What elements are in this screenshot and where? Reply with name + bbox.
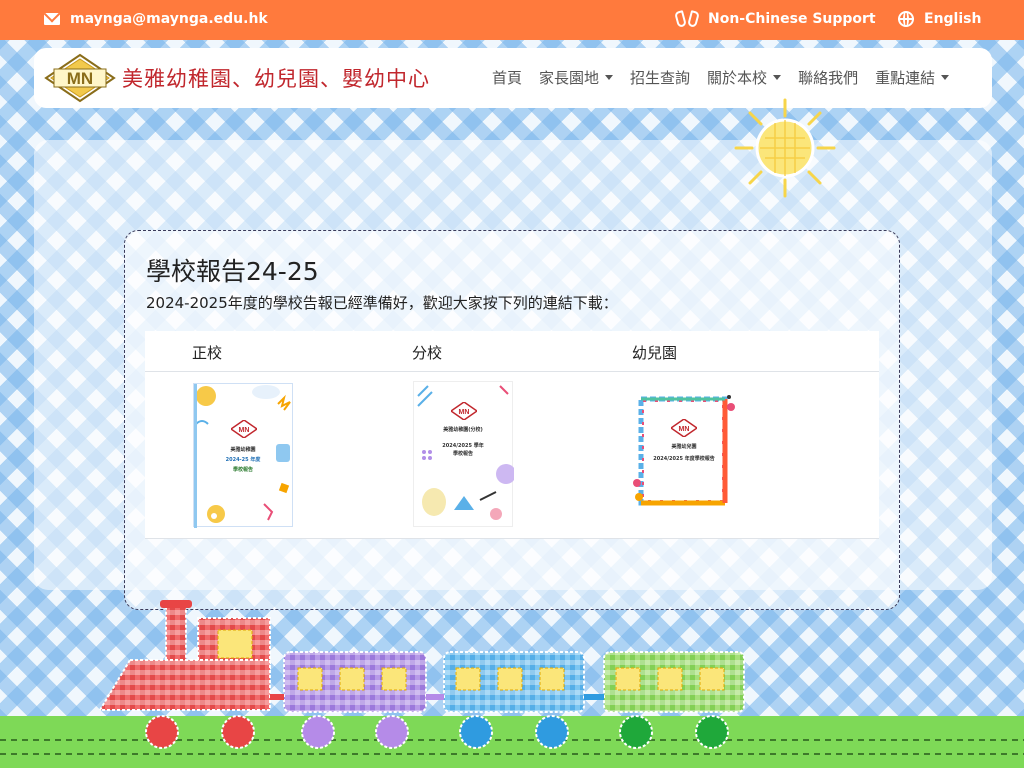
table-header: 正校 分校 幼兒園 bbox=[145, 331, 879, 372]
email-link[interactable]: maynga@maynga.edu.hk bbox=[44, 11, 268, 27]
cover-decoration bbox=[633, 395, 735, 506]
intro-text: 2024-2025年度的學校告報已經準備好，歡迎大家按下列的連結下載： bbox=[146, 294, 618, 312]
report-cover-main-link[interactable]: MN 美雅幼稚園 2024-25 年度 學校報告 bbox=[193, 383, 293, 528]
nav-item-contact[interactable]: 聯絡我們 bbox=[798, 67, 858, 88]
nav-item-admission[interactable]: 招生查詢 bbox=[630, 67, 690, 88]
sign-language-icon bbox=[674, 10, 700, 28]
language-text: English bbox=[924, 11, 982, 27]
logo-text: MN bbox=[67, 69, 93, 88]
cover-line-3: 學校報告 bbox=[232, 467, 253, 473]
svg-text:MN: MN bbox=[459, 409, 470, 416]
cover-line-1: 美雅幼稚園 bbox=[230, 447, 256, 453]
school-logo[interactable]: MN bbox=[44, 53, 116, 103]
caret-down-icon bbox=[605, 75, 614, 80]
cover-line-1: 美雅幼兒園 bbox=[671, 444, 697, 450]
globe-icon bbox=[898, 11, 914, 27]
nav-item-links[interactable]: 重點連結 bbox=[875, 67, 950, 88]
top-bar: maynga@maynga.edu.hk Non-Chinese Support… bbox=[0, 0, 1024, 40]
page-title: 學校報告24-25 bbox=[146, 257, 319, 286]
report-cover-branch-link[interactable]: MN 美雅幼稚園(分校) 2024/2025 學年 學校報告 bbox=[413, 381, 514, 527]
train-scene-decoration bbox=[0, 600, 1024, 768]
cover-line-3: 學校報告 bbox=[452, 451, 473, 457]
cover-logo-icon: MN bbox=[231, 420, 257, 438]
column-header-branch: 分校 bbox=[412, 344, 443, 362]
cover-line-2: 2024/2025 年度學校報告 bbox=[653, 456, 715, 462]
report-cover-nursery-link[interactable]: MN 美雅幼兒園 2024/2025 年度學校報告 bbox=[631, 393, 737, 513]
cover-line-1: 美雅幼稚園(分校) bbox=[443, 427, 483, 433]
email-text: maynga@maynga.edu.hk bbox=[70, 11, 268, 27]
main-navbar: MN 美雅幼稚園、幼兒園、嬰幼中心 首頁 家長園地 招生查詢 關於本校 聯絡我們… bbox=[34, 48, 992, 108]
nav-item-parents[interactable]: 家長園地 bbox=[539, 67, 614, 88]
sun-decoration-icon bbox=[734, 98, 836, 198]
envelope-icon bbox=[44, 13, 60, 25]
caret-down-icon bbox=[941, 75, 950, 80]
cover-logo-icon: MN bbox=[671, 419, 697, 437]
brand-name[interactable]: 美雅幼稚園、幼兒園、嬰幼中心 bbox=[122, 63, 430, 93]
column-header-nursery: 幼兒園 bbox=[632, 344, 678, 362]
nav-item-home[interactable]: 首頁 bbox=[492, 67, 522, 88]
svg-text:MN: MN bbox=[679, 426, 690, 433]
report-table: 正校 分校 幼兒園 MN 美雅幼稚園 2024-25 年度 學校報告 MN 美雅… bbox=[145, 331, 879, 539]
language-switch[interactable]: English bbox=[898, 11, 981, 27]
column-header-main: 正校 bbox=[192, 344, 223, 362]
table-bottom-border bbox=[145, 538, 879, 539]
cover-line-2: 2024/2025 學年 bbox=[442, 443, 484, 449]
non-chinese-support-link[interactable]: Non-Chinese Support bbox=[674, 10, 876, 28]
svg-text:MN: MN bbox=[239, 427, 250, 434]
cover-line-2: 2024-25 年度 bbox=[225, 457, 261, 463]
non-chinese-support-text: Non-Chinese Support bbox=[708, 11, 876, 27]
nav-item-about[interactable]: 關於本校 bbox=[707, 67, 782, 88]
nav-menu: 首頁 家長園地 招生查詢 關於本校 聯絡我們 重點連結 bbox=[492, 67, 966, 88]
caret-down-icon bbox=[773, 75, 782, 80]
cover-logo-icon: MN bbox=[451, 402, 477, 420]
